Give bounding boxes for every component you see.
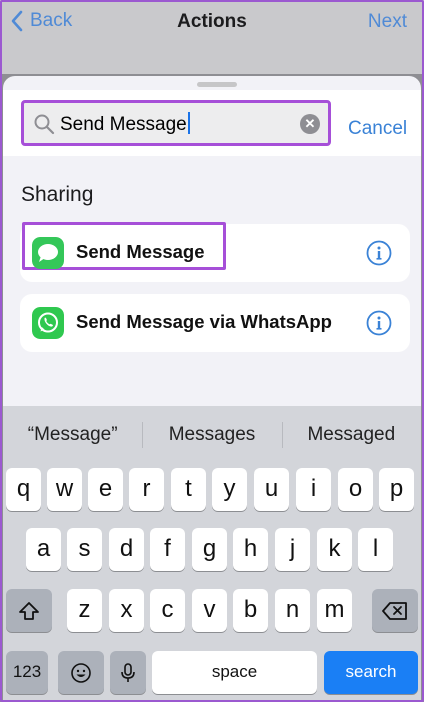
search-icon (34, 114, 55, 135)
key-i[interactable]: i (296, 468, 331, 511)
whatsapp-app-icon (32, 307, 64, 339)
search-bar-area: Send Message ✕ Cancel (3, 90, 421, 156)
key-u[interactable]: u (254, 468, 289, 511)
cancel-button[interactable]: Cancel (348, 118, 407, 140)
key-f[interactable]: f (150, 528, 185, 571)
text-cursor (187, 112, 190, 134)
section-title: Sharing (21, 183, 94, 206)
key-e[interactable]: e (88, 468, 123, 511)
key-q[interactable]: q (6, 468, 41, 511)
emoji-icon (71, 662, 91, 683)
shift-icon (19, 601, 39, 620)
suggestion[interactable]: “Message” (3, 406, 142, 464)
key-h[interactable]: h (233, 528, 268, 571)
key-a[interactable]: a (26, 528, 61, 571)
dictation-key[interactable] (110, 651, 146, 694)
result-send-message-whatsapp[interactable]: Send Message via WhatsApp (20, 294, 410, 352)
key-k[interactable]: k (317, 528, 352, 571)
key-y[interactable]: y (212, 468, 247, 511)
key-n[interactable]: n (275, 589, 310, 632)
keyboard: “Message” Messages Messaged q w e r t y … (3, 406, 421, 702)
key-j[interactable]: j (275, 528, 310, 571)
numbers-key[interactable]: 123 (6, 651, 48, 694)
actions-sheet: Send Message ✕ Cancel Sharing Send Messa… (3, 76, 421, 416)
info-icon[interactable] (366, 240, 392, 266)
emoji-key[interactable] (58, 651, 104, 694)
key-w[interactable]: w (47, 468, 82, 511)
key-g[interactable]: g (192, 528, 227, 571)
microphone-icon (121, 662, 135, 682)
page-title: Actions (177, 11, 247, 32)
result-label: Send Message (76, 241, 205, 262)
key-p[interactable]: p (379, 468, 414, 511)
space-key[interactable]: space (152, 651, 317, 694)
key-s[interactable]: s (67, 528, 102, 571)
navigation-bar: Back Actions Next (0, 0, 424, 74)
key-v[interactable]: v (192, 589, 227, 632)
search-query: Send Message (60, 114, 187, 135)
key-b[interactable]: b (233, 589, 268, 632)
suggestion[interactable]: Messages (142, 406, 281, 464)
key-r[interactable]: r (129, 468, 164, 511)
suggestion[interactable]: Messaged (281, 406, 421, 464)
delete-key[interactable] (372, 589, 418, 632)
key-x[interactable]: x (109, 589, 144, 632)
info-icon[interactable] (366, 310, 392, 336)
result-send-message[interactable]: Send Message (20, 222, 410, 282)
result-label: Send Message via WhatsApp (76, 311, 332, 332)
predictive-bar: “Message” Messages Messaged (3, 406, 421, 464)
search-key[interactable]: search (324, 651, 418, 694)
sheet-grabber[interactable] (197, 82, 237, 87)
key-o[interactable]: o (338, 468, 373, 511)
clear-search-icon[interactable]: ✕ (300, 114, 320, 134)
key-t[interactable]: t (171, 468, 206, 511)
key-z[interactable]: z (67, 589, 102, 632)
backspace-icon (382, 601, 407, 620)
search-query-wrap: Send Message (60, 112, 190, 136)
messages-app-icon (32, 237, 64, 269)
search-input[interactable]: Send Message ✕ (21, 100, 331, 146)
key-l[interactable]: l (358, 528, 393, 571)
key-c[interactable]: c (150, 589, 185, 632)
shift-key[interactable] (6, 589, 52, 632)
key-m[interactable]: m (317, 589, 352, 632)
next-button[interactable]: Next (368, 11, 407, 33)
key-d[interactable]: d (109, 528, 144, 571)
